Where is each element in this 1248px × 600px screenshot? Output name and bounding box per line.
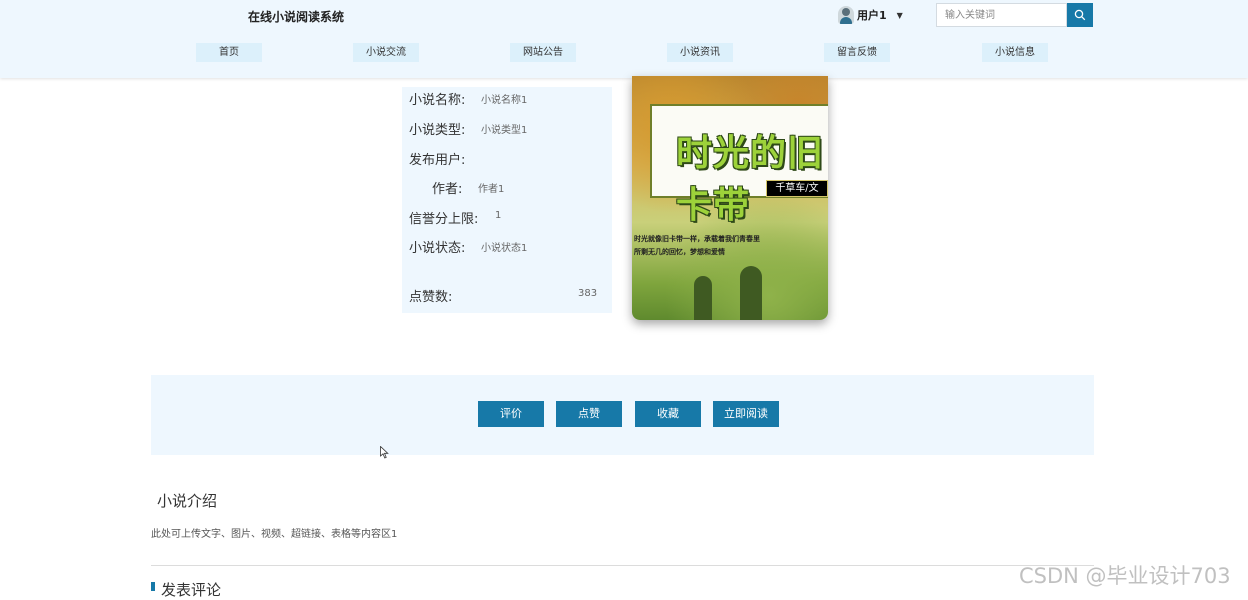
novel-status-value: 小说状态1	[481, 243, 528, 254]
top-header: 在线小说阅读系统 用户1 ▼ 首页 小说交流 网站公告 小说资讯 留言反馈 小说…	[0, 0, 1248, 78]
read-now-button[interactable]: 立即阅读	[713, 401, 779, 427]
novel-name-label: 小说名称:	[409, 93, 466, 108]
nav-announcement[interactable]: 网站公告	[510, 43, 576, 62]
comment-section-title: 发表评论	[161, 581, 222, 599]
silhouette-boy	[740, 266, 762, 320]
like-button[interactable]: 点赞	[556, 401, 622, 427]
nav-novel-info[interactable]: 小说信息	[982, 43, 1048, 62]
nav-feedback[interactable]: 留言反馈	[824, 43, 890, 62]
novel-status-label: 小说状态:	[409, 241, 466, 256]
cover-tagline: 时光就像旧卡带一样，承载着我们青春里 所剩无几的回忆，梦想和爱情	[634, 232, 824, 258]
review-button[interactable]: 评价	[478, 401, 544, 427]
user-name: 用户1	[857, 9, 887, 22]
site-title: 在线小说阅读系统	[248, 10, 345, 24]
search-input[interactable]	[936, 3, 1067, 27]
nav-novel-news[interactable]: 小说资讯	[667, 43, 733, 62]
search-button[interactable]	[1067, 3, 1093, 27]
novel-type-value: 小说类型1	[481, 125, 528, 136]
favorite-button[interactable]: 收藏	[635, 401, 701, 427]
novel-intro-text: 此处可上传文字、图片、视频、超链接、表格等内容区1	[151, 529, 398, 540]
likes-label: 点赞数:	[409, 290, 453, 305]
search-icon	[1074, 9, 1086, 21]
likes-value: 383	[578, 288, 598, 299]
cover-tagline-line-2: 所剩无几的回忆，梦想和爱情	[634, 247, 725, 256]
nav-novel-exchange[interactable]: 小说交流	[353, 43, 419, 62]
silhouette-girl	[694, 276, 712, 320]
publisher-label: 发布用户:	[409, 153, 466, 168]
credit-limit-value: 1	[495, 210, 502, 221]
novel-type-label: 小说类型:	[409, 123, 466, 138]
cover-author: 千草车/文	[766, 180, 828, 197]
novel-info-panel: 小说名称: 小说名称1 小说类型: 小说类型1 发布用户: 作者: 作者1 信誉…	[402, 87, 612, 313]
author-value: 作者1	[478, 184, 505, 195]
cover-tagline-line-1: 时光就像旧卡带一样，承载着我们青春里	[634, 234, 760, 243]
novel-name-value: 小说名称1	[481, 95, 528, 106]
author-label: 作者:	[432, 182, 463, 197]
novel-intro-title: 小说介绍	[157, 492, 218, 510]
cover-title: 时光的旧卡带	[676, 132, 825, 226]
mouse-cursor-icon	[380, 446, 389, 459]
action-bar: 评价 点赞 收藏 立即阅读	[151, 375, 1094, 455]
novel-cover-image: 时光的旧卡带 千草车/文 时光就像旧卡带一样，承载着我们青春里 所剩无几的回忆，…	[632, 76, 828, 320]
user-avatar	[838, 6, 854, 24]
user-menu[interactable]: 用户1 ▼	[838, 5, 903, 25]
credit-limit-label: 信誉分上限:	[409, 212, 479, 227]
watermark: CSDN @毕业设计703	[1019, 564, 1231, 588]
caret-down-icon[interactable]: ▼	[897, 11, 903, 20]
section-divider	[151, 565, 1094, 566]
comment-title-accent	[151, 582, 155, 591]
nav-home[interactable]: 首页	[196, 43, 262, 62]
